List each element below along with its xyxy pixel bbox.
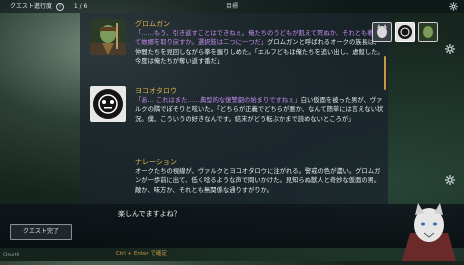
speaker-name: ナレーション [135,158,177,166]
reply-input-text[interactable]: 楽しんでますよね？ [118,209,181,219]
party-avatar-valk[interactable] [372,22,392,42]
party-avatars [372,22,438,42]
narration-text: オークたちの視線が、ヴァルクとヨコオタロウに注がれる。警戒の色が濃い。グロムガン… [135,168,381,194]
speaker-name: ヨコオタロウ [135,87,177,95]
speaker-name: グロムガン [135,20,170,28]
top-bar: クエスト進行度 ? 1 / 6 目標 [0,0,464,13]
yokootaro-avatar [90,86,126,122]
dialogue-text: 「あ… これはまた……典型的な復讐劇の始まりですねぇ」白い仮面を被った男が、ヴァ… [135,96,385,124]
highlighted-speech: 「あ… これはまた……典型的な復讐劇の始まりですねぇ」 [135,97,301,104]
settings-gear-icon[interactable] [449,2,458,11]
party-avatar-gromgan[interactable] [418,22,438,42]
valk-portrait [396,203,462,261]
party-avatar-yokootaro[interactable] [395,22,415,42]
objective-label[interactable]: 目標 [0,0,464,13]
dialogue-log[interactable]: グロムガン 「……もう、引き返すことはできねぇ。俺たちのうどもが飢えて死ぬか、そ… [80,13,388,205]
options-gear-icon-lower[interactable] [444,174,456,186]
dialogue-text: 「……もう、引き返すことはできねぇ。俺たちのうどもが飢えて死ぬか、それとも戦って… [135,29,385,66]
submit-hint: Ctrl + Enter で確定 [116,251,167,257]
corner-label: Cleurth [3,253,20,258]
options-gear-icon[interactable] [444,43,456,55]
gromgan-avatar [90,19,126,55]
quest-complete-button[interactable]: クエスト完了 [10,224,72,240]
dialogue-scrollbar[interactable] [384,56,386,90]
